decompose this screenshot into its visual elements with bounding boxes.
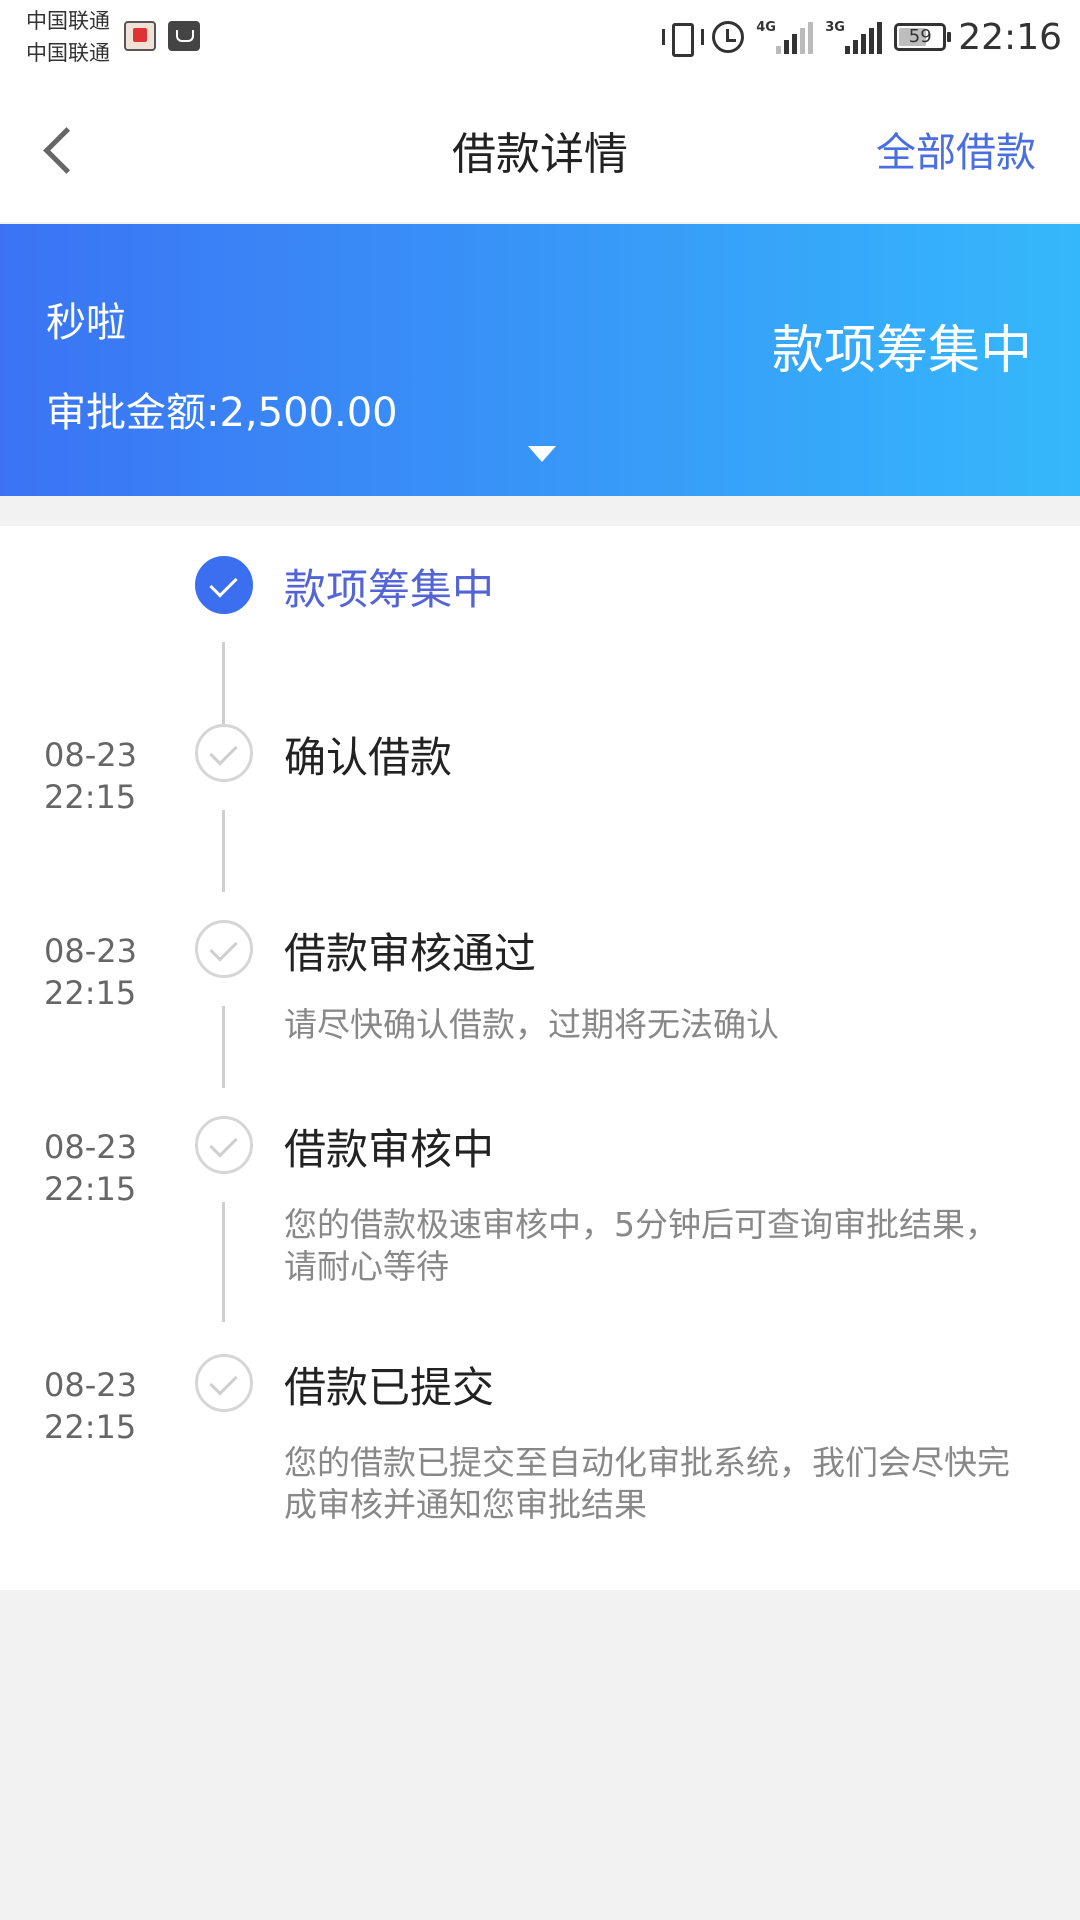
signal-4g-icon: 4G	[756, 20, 814, 54]
carrier-label-1: 中国联通	[26, 9, 110, 33]
timeline-title: 借款审核中	[284, 1125, 495, 1174]
timeline-date: 08-23	[44, 1366, 137, 1404]
approval-amount: 审批金额:2,500.00	[46, 390, 398, 436]
check-circle-icon	[195, 724, 253, 782]
timeline-description: 您的借款极速审核中，5分钟后可查询审批结果，请耐心等待	[284, 1205, 998, 1286]
status-bar: 中国联通 中国联通 4G 3G 59 22:16	[0, 0, 1080, 74]
timeline-time: 22:15	[44, 974, 137, 1012]
timeline-date: 08-23	[44, 932, 137, 970]
check-circle-icon	[195, 1116, 253, 1174]
timeline-date: 08-23	[44, 736, 137, 774]
loan-detail-screen: 中国联通 中国联通 4G 3G 59 22:16 借款详情 全部借款 秒啦 审批…	[0, 0, 1080, 1920]
timeline-time: 22:15	[44, 778, 137, 816]
timeline-connector	[222, 1202, 225, 1322]
network-type-label-1: 4G	[756, 20, 776, 35]
timeline-title: 款项筹集中	[284, 565, 495, 614]
check-circle-icon	[195, 1354, 253, 1412]
all-loans-link[interactable]: 全部借款	[876, 120, 1036, 178]
app-notification-icon	[124, 21, 156, 51]
vibrate-icon	[660, 21, 705, 57]
timeline-description: 您的借款已提交至自动化审批系统，我们会尽快完成审核并通知您审批结果	[284, 1443, 1010, 1524]
timeline-description: 请尽快确认借款，过期将无法确认	[284, 1005, 779, 1044]
battery-level: 59	[908, 26, 932, 47]
timeline-connector	[222, 642, 225, 724]
status-indicators: 4G 3G 59 22:16	[660, 12, 1062, 62]
status-time: 22:16	[958, 16, 1062, 58]
timeline-time: 22:15	[44, 1170, 137, 1208]
timeline-connector	[222, 1006, 225, 1088]
expand-triangle-icon[interactable]	[528, 446, 556, 462]
loan-progress-timeline: 款项筹集中 08-23 22:15 确认借款 08-23 22:15 借款审核通…	[0, 526, 1080, 1590]
battery-icon: 59	[894, 23, 952, 51]
timeline-title: 借款已提交	[284, 1363, 495, 1412]
timeline-time: 22:15	[44, 1408, 137, 1446]
navigation-bar: 借款详情 全部借款	[0, 74, 1080, 222]
timeline-title: 确认借款	[284, 733, 453, 782]
timeline-title: 借款审核通过	[284, 929, 537, 978]
loan-summary-card: 秒啦 审批金额:2,500.00 款项筹集中	[0, 224, 1080, 496]
check-circle-icon	[195, 920, 253, 978]
loan-status: 款项筹集中	[771, 321, 1032, 381]
lender-name: 秒啦	[46, 300, 126, 346]
network-type-label-2: 3G	[825, 20, 845, 35]
carrier-label-2: 中国联通	[26, 41, 110, 65]
timeline-date: 08-23	[44, 1128, 137, 1166]
check-circle-active-icon	[195, 556, 253, 614]
signal-3g-icon: 3G	[825, 20, 883, 54]
timeline-connector	[222, 810, 225, 892]
store-notification-icon	[168, 21, 200, 51]
alarm-icon	[712, 21, 745, 53]
